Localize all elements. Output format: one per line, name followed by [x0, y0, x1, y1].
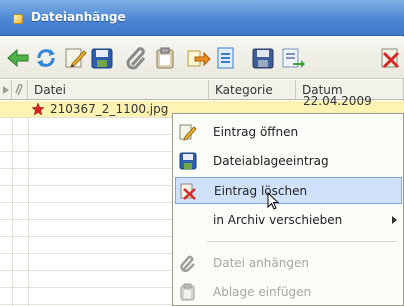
submenu-arrow-icon [392, 216, 397, 224]
menu-item-attach-file[interactable]: Datei anhängen [175, 250, 402, 277]
file-name: 210367_2_1100.jpg [50, 102, 169, 116]
paperclip-small-icon [15, 83, 23, 96]
title-bar: Dateianhänge [0, 0, 404, 36]
window-title: Dateianhänge [31, 10, 126, 24]
save-icon[interactable] [89, 45, 115, 71]
menu-item-move-to-archive[interactable]: in Archiv verschieben [175, 207, 402, 234]
file-date: 22.04.2009 [303, 94, 372, 108]
play-icon [3, 86, 9, 94]
paperclip-icon[interactable] [124, 45, 150, 71]
save-icon [179, 152, 197, 170]
window-icon [13, 14, 23, 24]
clipboard-icon [179, 283, 197, 301]
file-error-icon [31, 102, 45, 116]
edit-icon [179, 123, 197, 141]
paperclip-icon [179, 254, 197, 273]
refresh-icon[interactable] [33, 45, 59, 71]
delete-icon [180, 182, 198, 200]
menu-separator [207, 241, 397, 242]
toolbar [0, 37, 404, 79]
context-menu: Eintrag öffnen Dateiablageeintrag Eintra… [172, 113, 404, 306]
clipboard-icon[interactable] [152, 45, 178, 71]
attachment-column-header[interactable] [13, 80, 28, 100]
menu-item-open-entry[interactable]: Eintrag öffnen [175, 119, 402, 146]
expand-column-header[interactable] [0, 80, 12, 100]
edit-icon[interactable] [62, 45, 88, 71]
column-datei[interactable]: Datei [29, 80, 209, 100]
delete-icon[interactable] [378, 45, 404, 71]
menu-item-paste-storage[interactable]: Ablage einfügen [175, 279, 402, 306]
attachments-window: Dateianhänge Datei Kategorie Datum 21036… [0, 0, 404, 306]
document-icon[interactable] [213, 45, 239, 71]
menu-item-file-storage-entry[interactable]: Dateiablageeintrag [175, 148, 402, 175]
back-arrow-icon[interactable] [5, 45, 31, 71]
column-kategorie[interactable]: Kategorie [210, 80, 296, 100]
export-icon[interactable] [279, 45, 305, 71]
arrow-out-icon[interactable] [185, 45, 211, 71]
menu-item-delete-entry[interactable]: Eintrag löschen [175, 177, 402, 204]
disk-icon[interactable] [250, 45, 276, 71]
mouse-cursor-icon [267, 191, 281, 215]
